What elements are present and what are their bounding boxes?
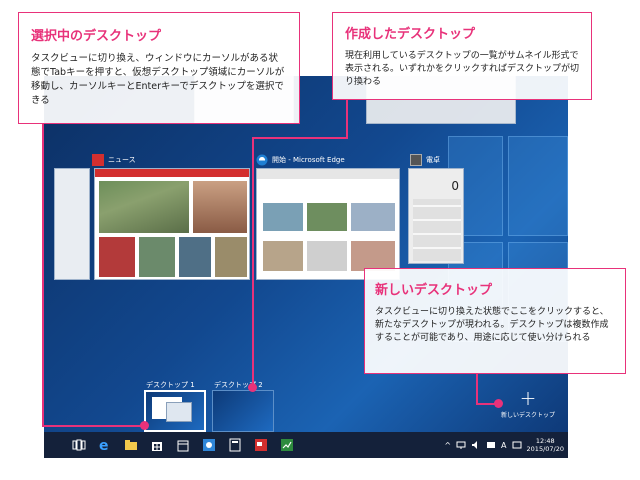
- calendar-icon: [177, 440, 189, 452]
- connector-dot: [494, 399, 503, 408]
- taskbar-edge-button[interactable]: e: [92, 432, 118, 458]
- taskbar-money-button[interactable]: [274, 432, 300, 458]
- volume-icon[interactable]: [471, 440, 481, 450]
- network-icon[interactable]: [456, 440, 466, 450]
- task-view-button[interactable]: [66, 432, 92, 458]
- taskbar-news-button[interactable]: [248, 432, 274, 458]
- system-tray: ^ A 12:48 2015/07/20: [444, 432, 564, 458]
- callout-text: タスクビューに切り換えた状態でここをクリックすると、新たなデスクトップが現われる…: [375, 307, 609, 343]
- callout-created-desktops: 作成したデスクトップ 現在利用しているデスクトップの一覧がサムネイル形式で表示さ…: [332, 12, 592, 100]
- callout-title: 作成したデスクトップ: [345, 27, 476, 42]
- callout-title: 新しいデスクトップ: [375, 283, 493, 298]
- clock-time: 12:48: [535, 437, 555, 445]
- desktop-1-thumbnail[interactable]: [144, 390, 206, 432]
- connector-line: [346, 100, 348, 138]
- new-desktop-button[interactable]: + 新しいデスクトップ: [496, 388, 560, 419]
- window-title-news[interactable]: ニュース: [92, 154, 136, 166]
- weather-icon: [203, 439, 215, 451]
- edge-window-thumbnail[interactable]: [256, 168, 400, 280]
- store-icon: [152, 442, 162, 451]
- news-icon: [92, 154, 104, 166]
- new-desktop-label: 新しいデスクトップ: [500, 412, 555, 419]
- window-title-calculator[interactable]: 電卓: [410, 154, 440, 166]
- connector-line: [252, 137, 348, 139]
- taskbar-store-button[interactable]: [144, 432, 170, 458]
- clock-date: 2015/07/20: [526, 445, 564, 453]
- callout-title: 選択中のデスクトップ: [31, 29, 162, 44]
- connector-dot: [248, 383, 257, 392]
- callout-text: 現在利用しているデスクトップの一覧がサムネイル形式で表示される。いずれかをクリッ…: [345, 51, 580, 87]
- calculator-window-thumbnail[interactable]: 0: [408, 168, 464, 264]
- desktop-2-thumbnail[interactable]: [212, 390, 274, 432]
- desktop-screen: ニュース 開始 - Microsoft Edge 電卓 0 デスクトップ 1 デ…: [44, 76, 568, 458]
- clock[interactable]: 12:48 2015/07/20: [527, 437, 564, 453]
- chevron-up-icon[interactable]: ^: [444, 441, 451, 450]
- money-icon: [281, 439, 293, 451]
- news-window-thumbnail[interactable]: [94, 168, 250, 280]
- plus-icon: +: [519, 386, 537, 410]
- taskbar-weather-button[interactable]: [196, 432, 222, 458]
- connector-line: [42, 124, 44, 426]
- ime-indicator[interactable]: A: [501, 441, 506, 450]
- calculator-icon: [410, 154, 422, 166]
- callout-text: タスクビューに切り換え、ウィンドウにカーソルがある状態でTabキーを押すと、仮想…: [31, 53, 285, 106]
- connector-line: [42, 425, 146, 427]
- callout-selected-desktop: 選択中のデスクトップ タスクビューに切り換え、ウィンドウにカーソルがある状態でT…: [18, 12, 300, 124]
- svg-text:e: e: [99, 438, 109, 452]
- desktop-1-label: デスクトップ 1: [146, 381, 195, 389]
- callout-new-desktop: 新しいデスクトップ タスクビューに切り換えた状態でここをクリックすると、新たなデ…: [364, 268, 626, 374]
- news-icon: [255, 439, 267, 451]
- file-explorer-icon: [125, 440, 137, 450]
- edge-icon: [256, 154, 268, 166]
- task-view-icon: [72, 439, 86, 451]
- taskbar-calculator-button[interactable]: [222, 432, 248, 458]
- calculator-icon: [229, 438, 241, 452]
- connector-line: [252, 137, 254, 387]
- window-title-edge[interactable]: 開始 - Microsoft Edge: [256, 154, 345, 166]
- taskbar-explorer-button[interactable]: [118, 432, 144, 458]
- connector-line: [476, 374, 478, 404]
- keyboard-icon[interactable]: [512, 440, 522, 450]
- connector-dot: [140, 421, 149, 430]
- figure: ニュース 開始 - Microsoft Edge 電卓 0 デスクトップ 1 デ…: [0, 0, 640, 480]
- taskbar: e ^ A 12:48 2015/07/20: [44, 432, 568, 458]
- taskbar-calendar-button[interactable]: [170, 432, 196, 458]
- edge-icon: e: [99, 438, 109, 452]
- message-icon[interactable]: [486, 440, 496, 450]
- background-window-thumbnail[interactable]: [54, 168, 90, 280]
